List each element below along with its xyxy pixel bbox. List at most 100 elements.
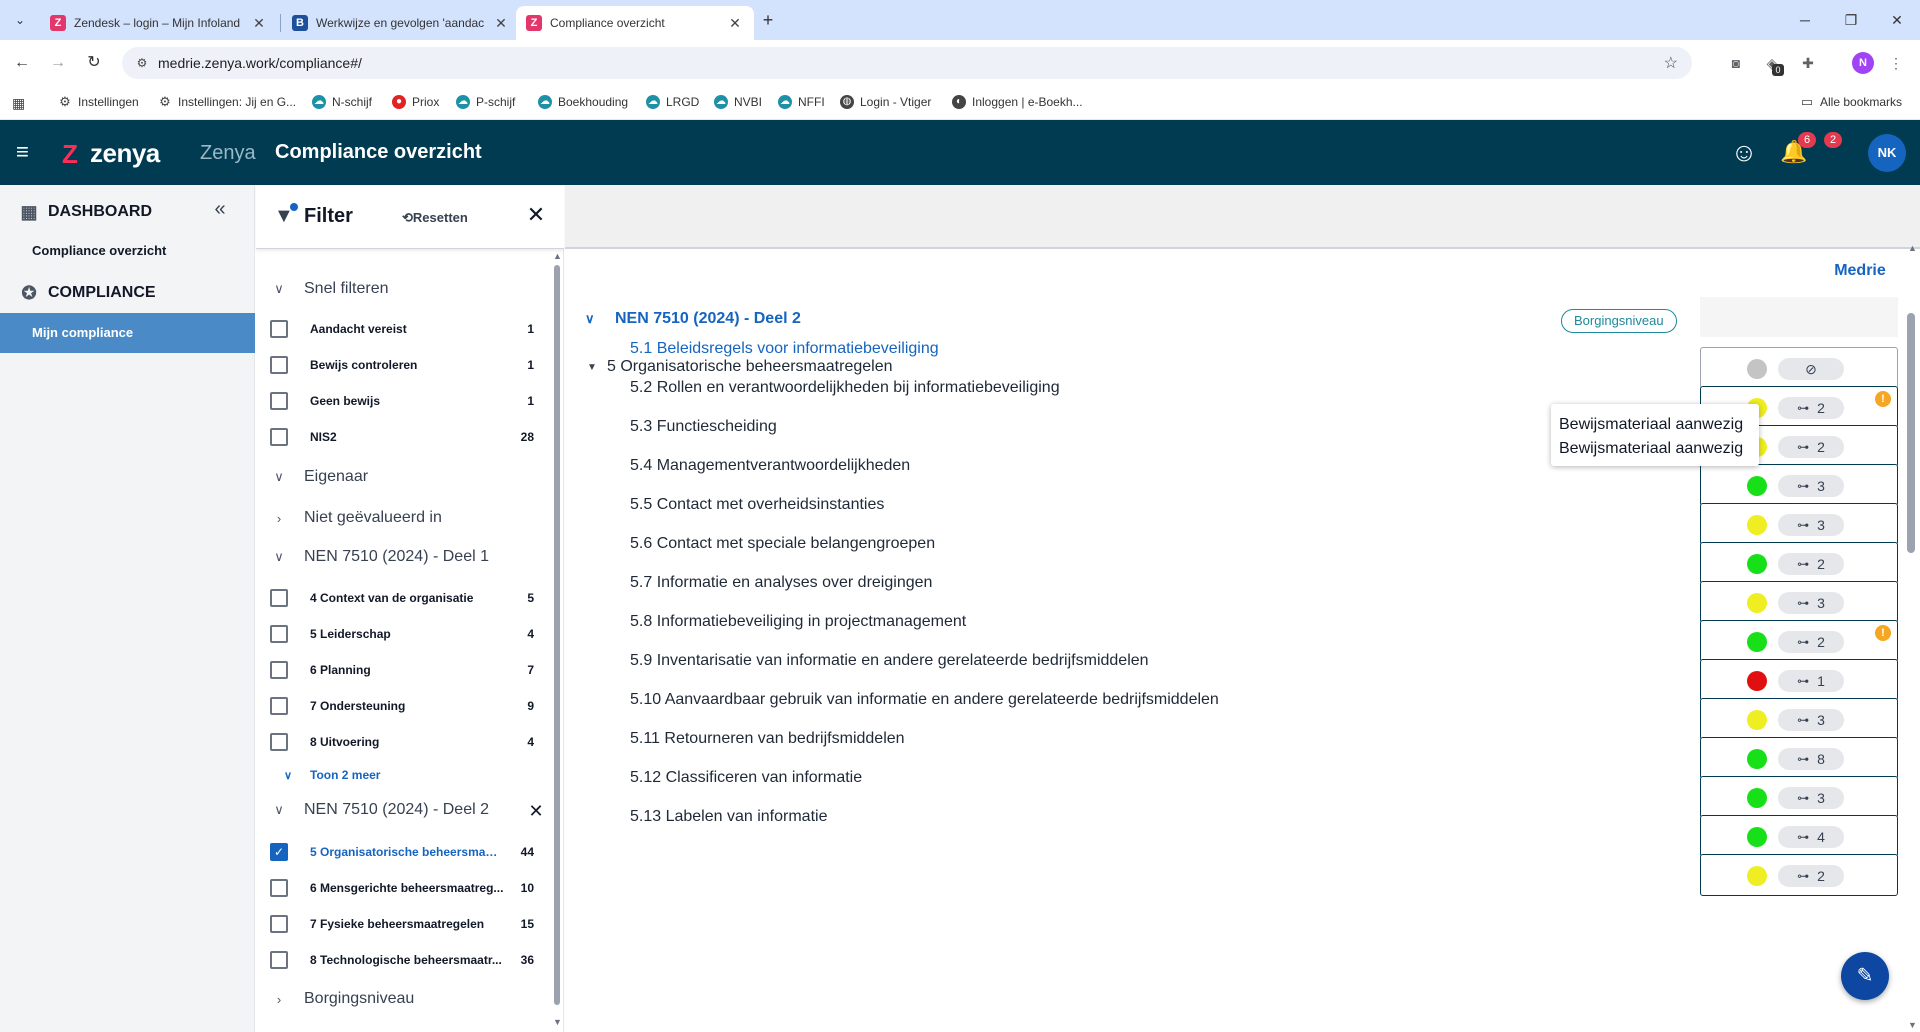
collapse-sidebar-icon[interactable]: «	[208, 197, 232, 221]
reload-button[interactable]: ↻	[82, 51, 106, 75]
sidebar-item-mijn-compliance[interactable]: Mijn compliance	[0, 313, 255, 353]
forward-button[interactable]: →	[46, 51, 70, 75]
bookmark-star-icon[interactable]: ☆	[1664, 53, 1678, 73]
requirement-row-label[interactable]: 5.6 Contact met speciale belangengroepen	[630, 535, 935, 553]
quick-actions-fab[interactable]: ✎	[1841, 952, 1889, 1000]
more-menu-icon[interactable]: ⋮	[1884, 51, 1908, 75]
browser-tab-compliance[interactable]: Z Compliance overzicht ✕	[516, 6, 754, 40]
filter-option[interactable]: ✓ 5 Organisatorische beheersmaat... 44	[270, 842, 534, 862]
scroll-down-icon[interactable]: ▼	[1908, 1020, 1917, 1030]
filter-option[interactable]: 6 Mensgerichte beheersmaatreg... 10	[270, 878, 534, 898]
evidence-count-pill[interactable]: ⊶ 2	[1778, 865, 1844, 887]
checkbox[interactable]	[270, 661, 288, 679]
filter-group-snel-filteren[interactable]: ∨ Snel filteren	[270, 280, 388, 298]
checkbox[interactable]	[270, 733, 288, 751]
filter-option[interactable]: 7 Ondersteuning 9	[270, 696, 534, 716]
requirement-status-cell[interactable]: ⊶ 3	[1700, 776, 1898, 818]
filter-option[interactable]: NIS2 28	[270, 427, 534, 447]
checkbox[interactable]	[270, 915, 288, 933]
evidence-count-pill[interactable]: ⊶ 2	[1778, 436, 1844, 458]
close-filter-icon[interactable]: ✕	[524, 203, 548, 227]
category-status-cell[interactable]: ⊘	[1700, 347, 1898, 389]
bookmark-nffi[interactable]: ☁ NFFI	[778, 95, 825, 109]
bookmark-instellingen[interactable]: ⚙ Instellingen	[58, 95, 139, 110]
borgingsniveau-pill[interactable]: Borgingsniveau	[1561, 309, 1677, 333]
all-bookmarks[interactable]: ▭ Alle bookmarks	[1800, 95, 1902, 110]
evidence-count-pill[interactable]: ⊶ 3	[1778, 787, 1844, 809]
evidence-count-pill[interactable]: ⊶ 4	[1778, 826, 1844, 848]
filter-option[interactable]: 8 Uitvoering 4	[270, 732, 534, 752]
requirement-status-cell[interactable]: ⊶ 2	[1700, 854, 1898, 896]
reset-button[interactable]: ⟲Resetten	[402, 210, 468, 226]
bookmark-p-schijf[interactable]: ☁ P-schijf	[456, 95, 515, 109]
checkbox[interactable]	[270, 589, 288, 607]
window-close-button[interactable]: ✕	[1882, 8, 1912, 32]
standard-title[interactable]: ∨ NEN 7510 (2024) - Deel 2	[585, 310, 801, 328]
filter-option[interactable]: Geen bewijs 1	[270, 391, 534, 411]
bookmark-instellingen-jij[interactable]: ⚙ Instellingen: Jij en G...	[158, 95, 296, 110]
evidence-count-pill[interactable]: ⊶ 2	[1778, 397, 1844, 419]
bookmark-lrgd[interactable]: ☁ LRGD	[646, 95, 699, 109]
bookmark-n-schijf[interactable]: ☁ N-schijf	[312, 95, 372, 109]
filter-option[interactable]: Aandacht vereist 1	[270, 319, 534, 339]
requirement-status-cell[interactable]: ⊶ 2	[1700, 542, 1898, 584]
tab-search-button[interactable]: ⌄	[8, 8, 32, 32]
show-more-link[interactable]: ∨ Toon 2 meer	[284, 768, 380, 782]
scroll-up-icon[interactable]: ▲	[553, 251, 562, 261]
requirement-status-cell[interactable]: ⊶ 8	[1700, 737, 1898, 779]
support-icon[interactable]: ☺	[1726, 136, 1762, 168]
requirement-row-label[interactable]: 5.5 Contact met overheidsinstanties	[630, 496, 884, 514]
filter-group-borgingsniveau[interactable]: › Borgingsniveau	[270, 990, 414, 1008]
filter-group-niet-geevalueerd[interactable]: › Niet geëvalueerd in	[270, 509, 442, 527]
evidence-count-pill[interactable]: ⊶ 8	[1778, 748, 1844, 770]
filter-group-deel-1[interactable]: ∨ NEN 7510 (2024) - Deel 1	[270, 548, 489, 566]
filter-option[interactable]: Bewijs controleren 1	[270, 355, 534, 375]
close-icon[interactable]: ✕	[492, 15, 510, 32]
filter-option[interactable]: 4 Context van de organisatie 5	[270, 588, 534, 608]
clear-group-icon[interactable]: ✕	[526, 801, 546, 822]
requirement-row-label[interactable]: 5.4 Managementverantwoordelijkheden	[630, 457, 910, 475]
checkbox-checked[interactable]: ✓	[270, 843, 288, 861]
sidebar-section-dashboard[interactable]: ▦ DASHBOARD	[18, 201, 152, 223]
evidence-count-pill[interactable]: ⊶ 2	[1778, 553, 1844, 575]
requirement-status-cell[interactable]: ⊶ 3	[1700, 698, 1898, 740]
requirement-row-label[interactable]: 5.12 Classificeren van informatie	[630, 769, 862, 787]
close-icon[interactable]: ✕	[726, 15, 744, 32]
requirement-status-cell[interactable]: ⊶ 4	[1700, 815, 1898, 857]
requirement-row-label[interactable]: 5.2 Rollen en verantwoordelijkheden bij …	[630, 379, 1060, 397]
apps-grid-icon[interactable]: ▦	[12, 95, 28, 111]
browser-tab-zendesk[interactable]: Z Zendesk – login – Mijn Infoland ✕	[40, 6, 278, 40]
filter-option[interactable]: 6 Planning 7	[270, 660, 534, 680]
bookmark-vtiger[interactable]: ◍ Login - Vtiger	[840, 95, 931, 109]
hamburger-menu-icon[interactable]: ≡	[16, 140, 40, 164]
bookmark-nvbi[interactable]: ☁ NVBI	[714, 95, 762, 109]
requirement-status-cell[interactable]: ⊶ 3	[1700, 581, 1898, 623]
filter-group-deel-2[interactable]: ∨ NEN 7510 (2024) - Deel 2	[270, 801, 489, 819]
requirement-row-label[interactable]: 5.9 Inventarisatie van informatie en and…	[630, 652, 1149, 670]
bookmark-eboekh[interactable]: ◐ Inloggen | e-Boekh...	[952, 95, 1083, 109]
requirement-row-label[interactable]: 5.3 Functiescheiding	[630, 418, 777, 436]
restore-button[interactable]: ❐	[1836, 8, 1866, 32]
evidence-count-pill[interactable]: ⊶ 3	[1778, 709, 1844, 731]
hidden-evidence-pill[interactable]: ⊘	[1778, 358, 1844, 380]
filter-option[interactable]: 7 Fysieke beheersmaatregelen 15	[270, 914, 534, 934]
new-tab-button[interactable]: +	[756, 8, 780, 32]
user-avatar[interactable]: NK	[1868, 134, 1906, 172]
category-title[interactable]: ▼ 5 Organisatorische beheersmaatregelen	[587, 358, 893, 376]
filter-group-eigenaar[interactable]: ∨ Eigenaar	[270, 468, 368, 486]
requirement-row-label[interactable]: 5.13 Labelen van informatie	[630, 808, 827, 826]
requirement-row-label[interactable]: 5.10 Aanvaardbaar gebruik van informatie…	[630, 691, 1219, 709]
requirement-row-label[interactable]: 5.7 Informatie en analyses over dreiging…	[630, 574, 932, 592]
back-button[interactable]: ←	[10, 51, 34, 75]
bookmark-priox[interactable]: ● Priox	[392, 95, 439, 109]
scroll-down-icon[interactable]: ▼	[553, 1017, 562, 1027]
checkbox[interactable]	[270, 879, 288, 897]
filter-scrollbar-thumb[interactable]	[554, 265, 560, 1005]
browser-tab-werkwijze[interactable]: B Werkwijze en gevolgen 'aandac ✕	[282, 6, 520, 40]
evidence-count-pill[interactable]: ⊶ 1	[1778, 670, 1844, 692]
close-icon[interactable]: ✕	[250, 15, 268, 32]
camera-icon[interactable]: ◙	[1724, 51, 1748, 75]
profile-avatar[interactable]: N	[1852, 52, 1874, 74]
evidence-count-pill[interactable]: ⊶ 3	[1778, 514, 1844, 536]
filter-option[interactable]: 8 Technologische beheersmaatr... 36	[270, 950, 534, 970]
